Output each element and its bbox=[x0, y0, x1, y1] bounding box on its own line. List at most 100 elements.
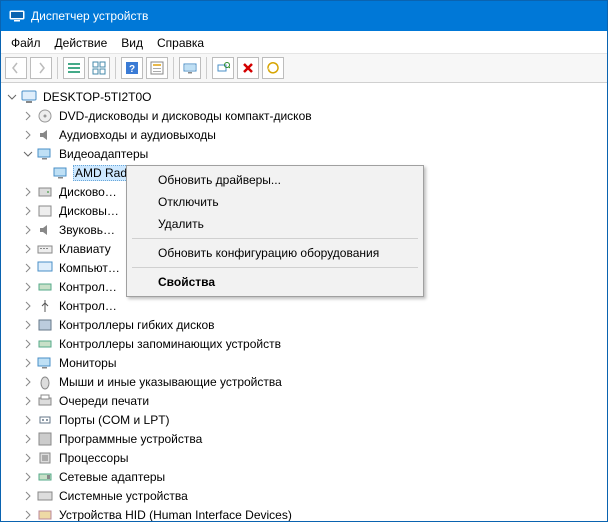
tree-category[interactable]: Мониторы bbox=[5, 353, 607, 372]
toolbar: ? bbox=[1, 53, 607, 83]
toolbar-properties-button[interactable] bbox=[146, 57, 168, 79]
tree-root[interactable]: DESKTOP-5TI2T0O bbox=[5, 87, 607, 106]
expander-closed-icon[interactable] bbox=[21, 223, 35, 237]
tree-category[interactable]: Программные устройства bbox=[5, 429, 607, 448]
tree-category-display-adapters[interactable]: Видеоадаптеры bbox=[5, 144, 607, 163]
tree-item-label: Процессоры bbox=[57, 450, 131, 466]
menu-help[interactable]: Справка bbox=[157, 36, 204, 50]
tree-category[interactable]: Процессоры bbox=[5, 448, 607, 467]
tree-category[interactable]: Контроллеры гибких дисков bbox=[5, 315, 607, 334]
tree-category[interactable]: DVD-дисководы и дисководы компакт-дисков bbox=[5, 106, 607, 125]
expander-closed-icon[interactable] bbox=[21, 318, 35, 332]
expander-open-icon[interactable] bbox=[21, 147, 35, 161]
toolbar-forward-button[interactable] bbox=[30, 57, 52, 79]
tree-item-label: Контрол… bbox=[57, 279, 119, 295]
disk-icon bbox=[37, 203, 53, 219]
tree-category[interactable]: Системные устройства bbox=[5, 486, 607, 505]
menubar: Файл Действие Вид Справка bbox=[1, 31, 607, 53]
context-disable[interactable]: Отключить bbox=[130, 191, 420, 213]
toolbar-help-button[interactable]: ? bbox=[121, 57, 143, 79]
toolbar-grid-button[interactable] bbox=[88, 57, 110, 79]
display-adapter-icon bbox=[53, 165, 69, 181]
expander-closed-icon[interactable] bbox=[21, 337, 35, 351]
expander-closed-icon[interactable] bbox=[21, 204, 35, 218]
tree-item-label: Видеоадаптеры bbox=[57, 146, 150, 162]
tree-root-label: DESKTOP-5TI2T0O bbox=[41, 89, 153, 105]
toolbar-uninstall-button[interactable] bbox=[237, 57, 259, 79]
toolbar-back-button[interactable] bbox=[5, 57, 27, 79]
expander-closed-icon[interactable] bbox=[21, 470, 35, 484]
expander-closed-icon[interactable] bbox=[21, 109, 35, 123]
tree-item-label: Мыши и иные указывающие устройства bbox=[57, 374, 284, 390]
context-uninstall[interactable]: Удалить bbox=[130, 213, 420, 235]
toolbar-update-button[interactable] bbox=[179, 57, 201, 79]
expander-closed-icon[interactable] bbox=[21, 489, 35, 503]
tree-item-label: Контроллеры запоминающих устройств bbox=[57, 336, 283, 352]
tree-item-label: Очереди печати bbox=[57, 393, 151, 409]
toolbar-scan-button[interactable] bbox=[212, 57, 234, 79]
tree-item-label: Клавиату bbox=[57, 241, 113, 257]
expander-closed-icon[interactable] bbox=[21, 432, 35, 446]
tree-item-label: Мониторы bbox=[57, 355, 118, 371]
expander-closed-icon[interactable] bbox=[21, 242, 35, 256]
computer-icon bbox=[37, 260, 53, 276]
expander-closed-icon[interactable] bbox=[21, 280, 35, 294]
menu-action[interactable]: Действие bbox=[55, 36, 108, 50]
optical-drive-icon bbox=[37, 108, 53, 124]
expander-closed-icon[interactable] bbox=[21, 451, 35, 465]
tree-category[interactable]: Аудиовходы и аудиовыходы bbox=[5, 125, 607, 144]
titlebar: Диспетчер устройств bbox=[1, 1, 607, 31]
menu-file[interactable]: Файл bbox=[11, 36, 41, 50]
tree-item-label: Программные устройства bbox=[57, 431, 204, 447]
context-separator bbox=[132, 267, 418, 268]
tree-category[interactable]: Контрол… bbox=[5, 296, 607, 315]
svg-text:?: ? bbox=[129, 64, 135, 75]
software-device-icon bbox=[37, 431, 53, 447]
context-scan-hardware[interactable]: Обновить конфигурацию оборудования bbox=[130, 242, 420, 264]
tree-item-label: Аудиовходы и аудиовыходы bbox=[57, 127, 218, 143]
controller-icon bbox=[37, 279, 53, 295]
tree-item-label: Устройства HID (Human Interface Devices) bbox=[57, 507, 294, 522]
expander-closed-icon[interactable] bbox=[21, 128, 35, 142]
toolbar-details-button[interactable] bbox=[63, 57, 85, 79]
expander-closed-icon[interactable] bbox=[21, 185, 35, 199]
tree-category[interactable]: Контроллеры запоминающих устройств bbox=[5, 334, 607, 353]
computer-icon bbox=[21, 89, 37, 105]
context-properties[interactable]: Свойства bbox=[130, 271, 420, 293]
toolbar-separator bbox=[115, 57, 116, 79]
expander-open-icon[interactable] bbox=[5, 90, 19, 104]
hid-icon bbox=[37, 507, 53, 522]
expander-closed-icon[interactable] bbox=[21, 375, 35, 389]
tree-category[interactable]: Порты (COM и LPT) bbox=[5, 410, 607, 429]
expander-closed-icon[interactable] bbox=[21, 261, 35, 275]
sound-icon bbox=[37, 222, 53, 238]
tree-item-label: Контроллеры гибких дисков bbox=[57, 317, 217, 333]
floppy-controller-icon bbox=[37, 317, 53, 333]
keyboard-icon bbox=[37, 241, 53, 257]
expander-closed-icon[interactable] bbox=[21, 413, 35, 427]
context-update-drivers[interactable]: Обновить драйверы... bbox=[130, 169, 420, 191]
disk-drive-icon bbox=[37, 184, 53, 200]
device-tree[interactable]: DESKTOP-5TI2T0O DVD-дисководы и дисковод… bbox=[1, 83, 607, 522]
tree-item-label: Сетевые адаптеры bbox=[57, 469, 167, 485]
expander-closed-icon[interactable] bbox=[21, 299, 35, 313]
tree-item-label: Дисковы… bbox=[57, 203, 121, 219]
monitor-icon bbox=[37, 355, 53, 371]
toolbar-separator bbox=[173, 57, 174, 79]
context-menu: Обновить драйверы... Отключить Удалить О… bbox=[126, 165, 424, 297]
menu-view[interactable]: Вид bbox=[121, 36, 143, 50]
tree-item-label: Порты (COM и LPT) bbox=[57, 412, 172, 428]
network-adapter-icon bbox=[37, 469, 53, 485]
context-separator bbox=[132, 238, 418, 239]
tree-category[interactable]: Мыши и иные указывающие устройства bbox=[5, 372, 607, 391]
tree-category[interactable]: Очереди печати bbox=[5, 391, 607, 410]
tree-category[interactable]: Устройства HID (Human Interface Devices) bbox=[5, 505, 607, 522]
tree-item-label: Контрол… bbox=[57, 298, 119, 314]
expander-closed-icon[interactable] bbox=[21, 394, 35, 408]
expander-closed-icon[interactable] bbox=[21, 356, 35, 370]
expander-closed-icon[interactable] bbox=[21, 508, 35, 522]
tree-category[interactable]: Сетевые адаптеры bbox=[5, 467, 607, 486]
system-device-icon bbox=[37, 488, 53, 504]
storage-controller-icon bbox=[37, 336, 53, 352]
toolbar-disable-button[interactable] bbox=[262, 57, 284, 79]
